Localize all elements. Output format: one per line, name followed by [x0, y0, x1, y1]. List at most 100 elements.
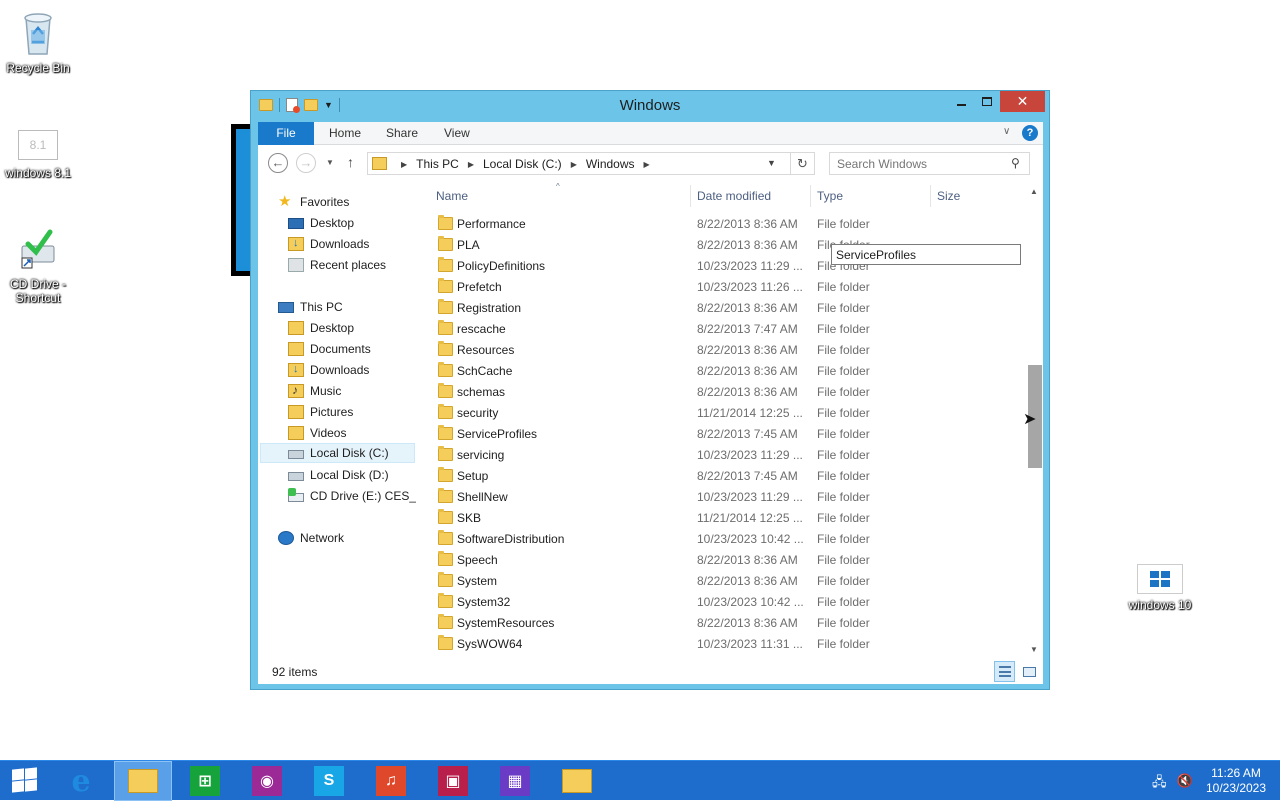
recent-locations-chevron-icon[interactable]: ▼: [326, 158, 334, 167]
table-row[interactable]: servicing 10/23/2023 11:29 ... File folder: [431, 445, 1009, 466]
address-history-chevron-down-icon[interactable]: ▼: [767, 158, 776, 168]
nav-this-pc[interactable]: This PC: [278, 297, 343, 317]
volume-muted-icon[interactable]: 🔇: [1177, 773, 1193, 795]
taskbar-app-file-explorer[interactable]: [114, 761, 172, 801]
search-icon[interactable]: ⚲: [1011, 156, 1020, 170]
nav-cd-drive-e[interactable]: CD Drive (E:) CES_X6: [288, 486, 416, 506]
breadcrumb-windows[interactable]: Windows: [586, 157, 635, 171]
taskbar-app-store[interactable]: ⊞: [176, 761, 234, 801]
table-row[interactable]: SysWOW64 10/23/2023 11:31 ... File folder: [431, 634, 1009, 655]
network-tray-icon[interactable]: 🖧: [1152, 773, 1167, 795]
desktop-icon-windows-10[interactable]: windows 10: [1122, 564, 1198, 612]
desktop-icon-recycle-bin[interactable]: Recycle Bin: [0, 8, 76, 75]
help-icon[interactable]: ?: [1022, 125, 1038, 141]
taskbar-app-explorer-2[interactable]: [548, 761, 606, 801]
column-divider[interactable]: [690, 185, 691, 207]
scroll-up-icon[interactable]: ▲: [1030, 187, 1038, 196]
expand-ribbon-icon[interactable]: ∨: [1003, 126, 1010, 137]
nav-pc-pictures[interactable]: Pictures: [288, 402, 353, 422]
table-row[interactable]: ShellNew 10/23/2023 11:29 ... File folder: [431, 487, 1009, 508]
table-row[interactable]: Registration 8/22/2013 8:36 AM File folder: [431, 298, 1009, 319]
column-date-modified[interactable]: Date modified: [697, 189, 771, 203]
scroll-down-icon[interactable]: ▼: [1030, 645, 1038, 654]
column-divider[interactable]: [930, 185, 931, 207]
column-size[interactable]: Size: [937, 189, 960, 203]
nav-pc-desktop[interactable]: Desktop: [288, 318, 354, 338]
nav-pc-videos[interactable]: Videos: [288, 423, 346, 443]
chevron-right-icon[interactable]: ▶: [571, 160, 577, 169]
nav-label: Videos: [310, 426, 347, 440]
breadcrumb-this-pc[interactable]: This PC: [416, 157, 459, 171]
table-row[interactable]: SKB 11/21/2014 12:25 ... File folder: [431, 508, 1009, 529]
table-row[interactable]: Prefetch 10/23/2023 11:26 ... File folder: [431, 277, 1009, 298]
file-date-modified: 8/22/2013 7:45 AM: [697, 469, 798, 483]
nav-pc-downloads[interactable]: Downloads: [288, 360, 369, 380]
nav-network[interactable]: Network: [278, 528, 344, 548]
tab-home[interactable]: Home: [329, 122, 361, 145]
table-row[interactable]: rescache 8/22/2013 7:47 AM File folder: [431, 319, 1009, 340]
nav-favorites[interactable]: ★ Favorites: [278, 192, 349, 212]
taskbar-app-video[interactable]: ▣: [424, 761, 482, 801]
nav-label: Pictures: [310, 405, 354, 419]
close-button[interactable]: ✕: [1000, 91, 1045, 112]
minimize-button[interactable]: [948, 91, 974, 112]
column-divider[interactable]: [810, 185, 811, 207]
breadcrumb-local-disk-c[interactable]: Local Disk (C:): [483, 157, 562, 171]
nav-local-disk-c[interactable]: Local Disk (C:): [260, 443, 415, 463]
taskbar-app-calendar[interactable]: ▦: [486, 761, 544, 801]
back-button[interactable]: ←: [268, 153, 288, 173]
nav-pc-documents[interactable]: Documents: [288, 339, 371, 359]
taskbar-app-internet-explorer[interactable]: e: [52, 761, 110, 801]
folder-icon: [438, 320, 453, 335]
file-name: schemas: [457, 385, 506, 399]
tab-file[interactable]: File: [258, 122, 314, 145]
cd-drive-shortcut-icon: [21, 229, 55, 269]
nav-label: Local Disk (C:): [310, 446, 389, 460]
taskbar-app-camera[interactable]: ◉: [238, 761, 296, 801]
taskbar-app-music[interactable]: ♫: [362, 761, 420, 801]
hard-drive-icon: [288, 450, 304, 459]
nav-favorites-downloads[interactable]: Downloads: [288, 234, 369, 254]
table-row[interactable]: Speech 8/22/2013 8:36 AM File folder: [431, 550, 1009, 571]
file-name: System32: [457, 595, 511, 609]
desktop-folder-icon: [288, 321, 304, 335]
table-row[interactable]: System32 10/23/2023 10:42 ... File folder: [431, 592, 1009, 613]
search-input[interactable]: [830, 153, 1005, 174]
table-row[interactable]: Resources 8/22/2013 8:36 AM File folder: [431, 340, 1009, 361]
table-row[interactable]: SchCache 8/22/2013 8:36 AM File folder: [431, 361, 1009, 382]
table-row[interactable]: Setup 8/22/2013 7:45 AM File folder: [431, 466, 1009, 487]
title-bar[interactable]: ▼ Windows ✕: [251, 91, 1049, 121]
clock[interactable]: 11:26 AM 10/23/2023: [1200, 766, 1272, 796]
tab-view[interactable]: View: [444, 122, 470, 145]
chevron-right-icon[interactable]: ▶: [644, 160, 650, 169]
nav-favorites-desktop[interactable]: Desktop: [288, 213, 354, 233]
up-button[interactable]: ↑: [347, 154, 354, 170]
details-view-button[interactable]: [994, 661, 1015, 682]
search-box[interactable]: ⚲: [829, 152, 1030, 175]
column-name[interactable]: Name: [436, 189, 468, 203]
nav-pc-music[interactable]: Music: [288, 381, 341, 401]
table-row[interactable]: schemas 8/22/2013 8:36 AM File folder: [431, 382, 1009, 403]
file-name: ShellNew: [457, 490, 508, 504]
chevron-right-icon[interactable]: ▶: [468, 160, 474, 169]
table-row[interactable]: Performance 8/22/2013 8:36 AM File folder: [431, 214, 1009, 235]
taskbar-app-skype[interactable]: S: [300, 761, 358, 801]
forward-button[interactable]: →: [296, 153, 316, 173]
table-row[interactable]: SoftwareDistribution 10/23/2023 10:42 ...…: [431, 529, 1009, 550]
large-icons-view-button[interactable]: [1018, 661, 1039, 682]
start-button[interactable]: [10, 767, 38, 794]
table-row[interactable]: SystemResources 8/22/2013 8:36 AM File fol…: [431, 613, 1009, 634]
refresh-button[interactable]: ↻: [791, 152, 815, 175]
chevron-right-icon[interactable]: ▶: [401, 160, 407, 169]
desktop-icon-cd-drive-shortcut[interactable]: CD Drive - Shortcut: [0, 228, 76, 305]
table-row[interactable]: ServiceProfiles 8/22/2013 7:45 AM File fol…: [431, 424, 1009, 445]
maximize-button[interactable]: [974, 91, 1000, 112]
desktop-icon-windows-81[interactable]: 8.1 windows 8.1: [0, 130, 76, 180]
column-type[interactable]: Type: [817, 189, 843, 203]
nav-local-disk-d[interactable]: Local Disk (D:): [288, 465, 389, 485]
table-row[interactable]: security 11/21/2014 12:25 ... File folder: [431, 403, 1009, 424]
nav-recent-places[interactable]: Recent places: [288, 255, 386, 275]
address-bar[interactable]: ▶ This PC ▶ Local Disk (C:) ▶ Windows ▶ …: [367, 152, 791, 175]
tab-share[interactable]: Share: [386, 122, 418, 145]
table-row[interactable]: System 8/22/2013 8:36 AM File folder: [431, 571, 1009, 592]
